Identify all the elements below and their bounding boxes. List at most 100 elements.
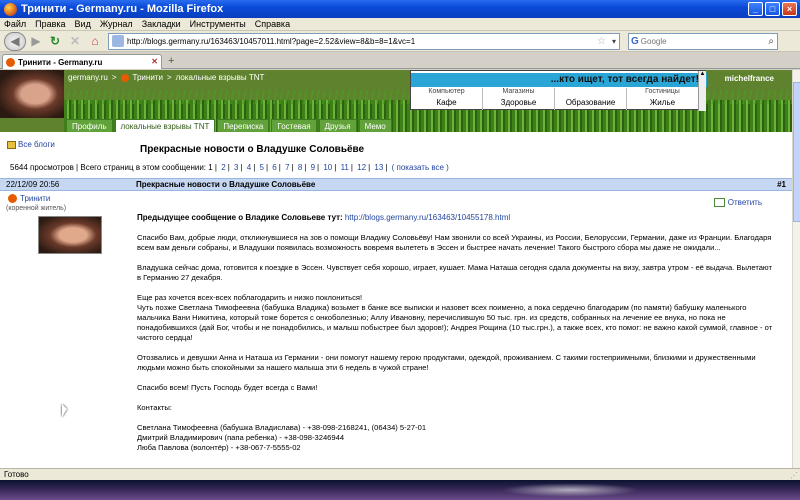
- post-number[interactable]: #1: [777, 179, 786, 190]
- category-sub: Компьютер: [428, 88, 465, 95]
- avatar: [38, 216, 102, 254]
- navigation-toolbar: ◀ ▶ ↻ ✕ ⌂ ☆ ▾ G ⌕: [0, 31, 800, 52]
- page-link[interactable]: 2: [221, 163, 225, 172]
- post-paragraph: Светлана Тимофеевна (бабушка Владислава)…: [137, 423, 427, 452]
- scrollbar-thumb[interactable]: [793, 82, 800, 222]
- banner-scroll-icon[interactable]: ▲: [698, 71, 706, 111]
- previous-post-link[interactable]: http://blogs.germany.ru/163463/10455178.…: [345, 213, 510, 222]
- category-housing[interactable]: Гостиницы Жилье: [627, 88, 699, 110]
- forward-arrow-icon: ▶: [31, 34, 41, 48]
- category-label: Жилье: [649, 98, 676, 107]
- page-link[interactable]: 4: [247, 163, 251, 172]
- breadcrumb-user[interactable]: Тринити: [133, 73, 163, 82]
- blog-avatar: [0, 70, 64, 118]
- show-all-link[interactable]: ( показать все ): [392, 163, 449, 172]
- slogan-text: ...кто ищет, тот всегда найдет!: [411, 73, 707, 87]
- tab-bar: Тринити - Germany.ru ✕ +: [0, 53, 800, 69]
- url-bar[interactable]: ☆ ▾: [108, 32, 620, 50]
- page-link[interactable]: 11: [341, 163, 349, 172]
- page-title: Прекрасные новости о Владушке Соловьёве: [140, 144, 365, 155]
- author-name: Тринити: [20, 194, 51, 203]
- stop-button[interactable]: ✕: [66, 33, 84, 50]
- category-health[interactable]: Магазины Здоровье: [483, 88, 555, 110]
- category-label: Здоровье: [500, 98, 537, 107]
- logged-in-username[interactable]: michelfrance: [725, 74, 774, 83]
- page-link[interactable]: 10: [323, 163, 332, 172]
- menu-view[interactable]: Вид: [75, 18, 91, 30]
- window-title: Тринити - Germany.ru - Mozilla Firefox: [21, 3, 224, 15]
- page-link[interactable]: 12: [357, 163, 366, 172]
- page-link[interactable]: 7: [285, 163, 289, 172]
- back-arrow-icon: ◀: [10, 34, 20, 48]
- close-button[interactable]: ×: [782, 2, 797, 16]
- status-bar: Готово ⋰: [0, 468, 800, 480]
- status-text: Готово: [4, 470, 29, 479]
- bookmark-star-icon[interactable]: ☆: [594, 36, 609, 47]
- menu-bookmarks[interactable]: Закладки: [142, 18, 181, 30]
- views-text: 5644 просмотров | Всего страниц в этом с…: [10, 163, 217, 172]
- tab-memo[interactable]: Мемо: [358, 119, 392, 132]
- google-icon[interactable]: G: [629, 36, 641, 47]
- tab-blog[interactable]: локальные взрывы TNT: [114, 119, 216, 132]
- post-author[interactable]: Тринити: [8, 194, 50, 203]
- tab-messages[interactable]: Переписка: [217, 119, 270, 132]
- minimize-button[interactable]: _: [748, 2, 763, 16]
- page-link[interactable]: 13: [374, 163, 383, 172]
- breadcrumb-site[interactable]: germany.ru: [68, 73, 108, 82]
- forward-button[interactable]: ▶: [28, 33, 44, 50]
- tab-close-icon[interactable]: ✕: [151, 57, 158, 66]
- all-blogs-link[interactable]: Все блоги: [7, 140, 55, 149]
- post-date: 22/12/09 20:56: [6, 180, 60, 189]
- reply-button[interactable]: Ответить: [713, 198, 762, 207]
- url-dropdown-icon[interactable]: ▾: [609, 37, 619, 46]
- new-tab-button[interactable]: +: [168, 55, 174, 67]
- tab-label: Тринити - Germany.ru: [18, 57, 103, 67]
- page-link[interactable]: 3: [234, 163, 238, 172]
- menu-bar: Файл Правка Вид Журнал Закладки Инструме…: [0, 18, 800, 31]
- menu-file[interactable]: Файл: [4, 18, 26, 30]
- desktop-sparkle: [490, 482, 650, 498]
- search-input[interactable]: [640, 36, 766, 46]
- category-education[interactable]: Образование: [555, 88, 627, 110]
- maximize-button[interactable]: □: [765, 2, 780, 16]
- tab-friends[interactable]: Друзья: [318, 119, 357, 132]
- page-link[interactable]: 5: [260, 163, 264, 172]
- page-link[interactable]: 6: [272, 163, 276, 172]
- post-stats: 5644 просмотров | Всего страниц в этом с…: [10, 163, 449, 172]
- home-icon: ⌂: [91, 34, 99, 48]
- browser-tab[interactable]: Тринити - Germany.ru ✕: [2, 54, 162, 69]
- category-links: Компьютер Кафе Магазины Здоровье Образован…: [411, 88, 699, 110]
- reload-button[interactable]: ↻: [46, 33, 64, 50]
- search-icon[interactable]: ⌕: [765, 36, 777, 47]
- menu-tools[interactable]: Инструменты: [190, 18, 246, 30]
- mouse-cursor-icon: [62, 404, 67, 417]
- menu-edit[interactable]: Правка: [35, 18, 65, 30]
- category-cafe[interactable]: Компьютер Кафе: [411, 88, 483, 110]
- post-paragraph: Владушка сейчас дома, готовится к поездк…: [137, 263, 772, 282]
- user-icon: [120, 73, 129, 82]
- menu-history[interactable]: Журнал: [100, 18, 133, 30]
- breadcrumb-blog[interactable]: локальные взрывы TNT: [176, 73, 265, 82]
- page-link[interactable]: 8: [298, 163, 302, 172]
- search-box[interactable]: G ⌕: [628, 32, 778, 50]
- post-paragraph: Спасибо всем! Пусть Господь будет всегда…: [137, 383, 318, 392]
- blog-tabs: Профиль локальные взрывы TNT Переписка Г…: [66, 119, 392, 132]
- tab-guestbook[interactable]: Гостевая: [271, 119, 317, 132]
- menu-help[interactable]: Справка: [255, 18, 290, 30]
- post-title: Прекрасные новости о Владушке Соловьёве: [136, 180, 316, 189]
- vertical-scrollbar[interactable]: [792, 70, 800, 468]
- page-viewport: germany.ru > Тринити > локальные взрывы …: [0, 70, 792, 468]
- category-label: Образование: [565, 98, 616, 107]
- desktop-background: [0, 480, 800, 500]
- site-header: germany.ru > Тринити > локальные взрывы …: [0, 70, 792, 132]
- post-paragraph: Отозвались и девушки Анна и Наташа из Ге…: [137, 353, 756, 372]
- url-input[interactable]: [127, 36, 595, 46]
- back-button[interactable]: ◀: [4, 31, 26, 51]
- home-button[interactable]: ⌂: [86, 33, 104, 50]
- slogan-banner: ...кто ищет, тот всегда найдет! Компьюте…: [410, 70, 707, 111]
- reply-label: Ответить: [727, 198, 762, 207]
- page-link[interactable]: 9: [311, 163, 315, 172]
- previous-post-line: Предыдущее сообщение о Владике Соловьеве…: [137, 213, 773, 223]
- book-icon: [7, 140, 16, 149]
- tab-profile[interactable]: Профиль: [66, 119, 113, 132]
